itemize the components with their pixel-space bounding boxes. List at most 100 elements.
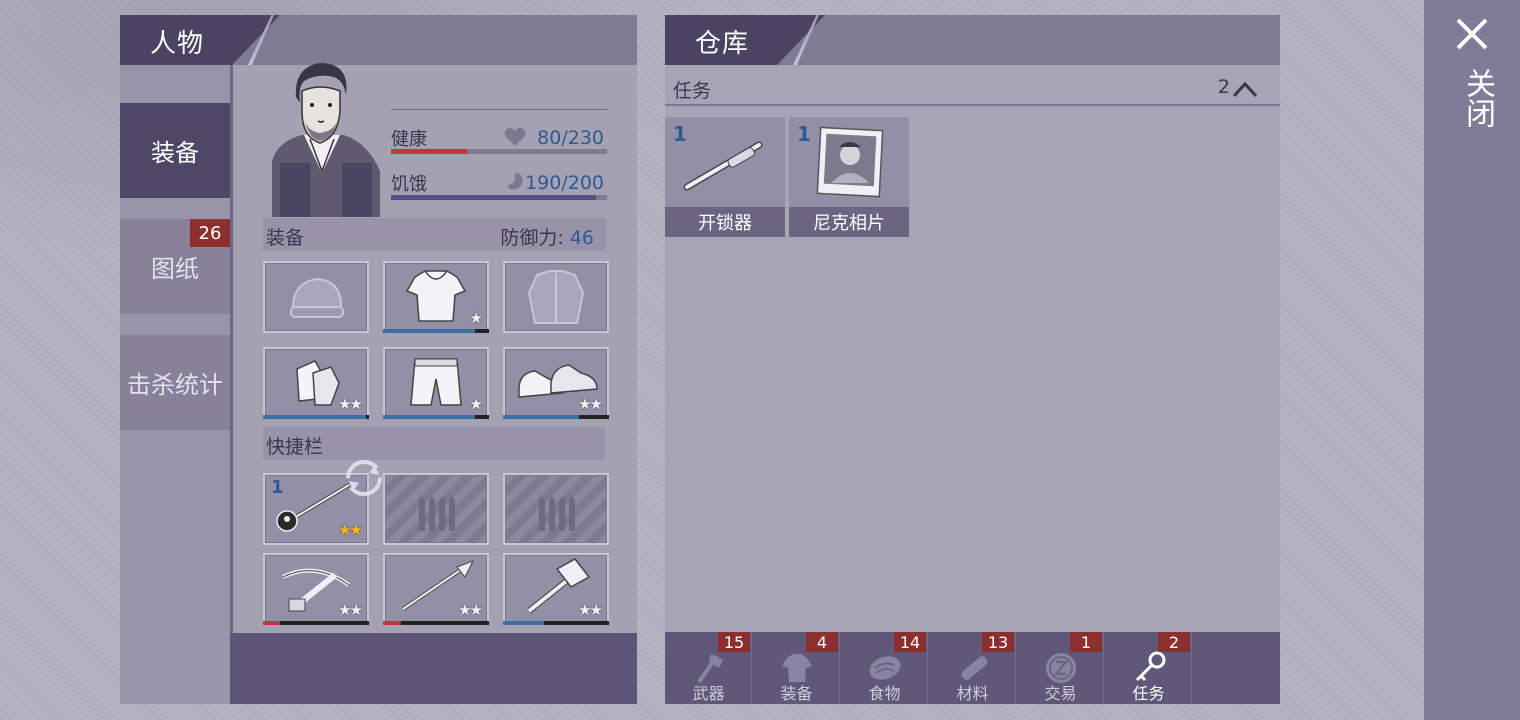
tab-label: 交易 bbox=[1044, 684, 1077, 703]
durability-fill bbox=[503, 621, 545, 625]
rarity-stars: ★★ bbox=[338, 395, 363, 413]
equip-slot-body[interactable]: ★ bbox=[383, 261, 489, 333]
rarity-stars: ★ bbox=[469, 395, 484, 413]
equip-slot-outerwear[interactable] bbox=[503, 261, 609, 333]
character-side-tabs: 装备 图纸 26 击杀统计 bbox=[120, 65, 230, 704]
category-label: 任务 bbox=[673, 80, 712, 102]
hotbar-slot-6[interactable]: ★★ bbox=[503, 553, 609, 625]
warehouse-panel-header: 仓库 bbox=[665, 15, 1280, 65]
tab-count-badge: 14 bbox=[894, 632, 926, 652]
equip-slot-head[interactable] bbox=[263, 261, 369, 333]
tab-count-badge: 1 bbox=[1070, 632, 1102, 652]
defense-label: 防御力: bbox=[500, 227, 564, 249]
tab-label: 食物 bbox=[868, 684, 901, 703]
durability-fill bbox=[503, 415, 580, 419]
chevron-up-icon[interactable] bbox=[1232, 80, 1258, 98]
hotbar-section-label: 快捷栏 bbox=[266, 436, 324, 458]
side-tab-label: 装备 bbox=[151, 139, 199, 167]
character-panel-title: 人物 bbox=[150, 29, 205, 59]
equipment-section-header: 装备 防御力: 46 bbox=[263, 218, 606, 251]
hotbar-slot-4[interactable]: ★★ bbox=[263, 553, 369, 625]
item-quantity: 1 bbox=[673, 122, 687, 146]
tab-label: 武器 bbox=[692, 684, 725, 703]
durability-bar bbox=[263, 415, 369, 419]
health-value: 80/230 bbox=[537, 127, 604, 149]
side-tab-label: 击杀统计 bbox=[127, 371, 223, 399]
hotbar-slot-1[interactable]: 1 ★★ bbox=[263, 460, 382, 545]
hotbar-slot-2[interactable] bbox=[383, 473, 489, 545]
side-tab-label: 图纸 bbox=[151, 255, 199, 283]
character-panel-footer bbox=[230, 633, 637, 704]
durability-bar bbox=[383, 621, 489, 625]
durability-fill bbox=[263, 415, 366, 419]
tab-label: 材料 bbox=[956, 684, 989, 703]
durability-bar bbox=[503, 415, 609, 419]
hunger-bar-fill bbox=[391, 195, 597, 200]
ammo-placeholder-icon bbox=[419, 497, 455, 531]
durability-bar bbox=[383, 329, 489, 333]
equip-slot-legs[interactable]: ★ bbox=[383, 347, 489, 419]
item-name: 尼克相片 bbox=[789, 207, 909, 237]
equip-slot-hands[interactable]: ★★ bbox=[263, 347, 369, 419]
tab-trade[interactable]: 1 交易 bbox=[1017, 632, 1104, 704]
close-icon[interactable] bbox=[1454, 16, 1490, 52]
defense-value: 46 bbox=[569, 227, 594, 249]
rarity-stars: ★★ bbox=[578, 395, 603, 413]
durability-fill bbox=[383, 415, 476, 419]
health-label: 健康 bbox=[391, 129, 427, 150]
warehouse-item-lockpick[interactable]: 1 开锁器 bbox=[665, 117, 785, 237]
item-quantity: 1 bbox=[797, 122, 811, 146]
defense-stat: 防御力: 46 bbox=[500, 223, 594, 250]
stomach-icon bbox=[508, 173, 523, 190]
rarity-stars: ★★ bbox=[458, 601, 483, 619]
stats-divider bbox=[391, 109, 607, 110]
category-header-quests[interactable]: 任务 2 bbox=[665, 70, 1280, 106]
category-count: 2 bbox=[1217, 76, 1230, 98]
heart-icon bbox=[504, 127, 526, 146]
beanie-hat-icon bbox=[290, 277, 344, 318]
character-panel: 人物 装备 图纸 26 击杀统计 健康 80/230 饥饿 190/200 装备… bbox=[120, 15, 637, 704]
swap-icon[interactable] bbox=[345, 459, 383, 497]
tab-equipment[interactable]: 4 装备 bbox=[753, 632, 840, 704]
jacket-icon bbox=[527, 270, 585, 324]
equipment-section-label: 装备 bbox=[266, 227, 305, 249]
warehouse-item-nick-photo[interactable]: 1 尼克相片 bbox=[789, 117, 909, 237]
hunger-value: 190/200 bbox=[525, 172, 604, 194]
warehouse-panel-title: 仓库 bbox=[695, 29, 750, 59]
durability-bar bbox=[263, 621, 369, 625]
rarity-stars: ★★ bbox=[338, 601, 363, 619]
rarity-stars: ★★ bbox=[338, 521, 363, 539]
close-label[interactable]: 关闭 bbox=[1454, 68, 1495, 128]
rarity-stars: ★★ bbox=[578, 601, 603, 619]
tab-count-badge: 13 bbox=[982, 632, 1014, 652]
item-quantity: 1 bbox=[271, 477, 284, 498]
durability-bar bbox=[383, 415, 489, 419]
durability-fill bbox=[383, 329, 476, 333]
hotbar-section-header: 快捷栏 bbox=[263, 427, 605, 460]
blueprints-count-badge: 26 bbox=[190, 219, 230, 247]
tab-weapons[interactable]: 15 武器 bbox=[665, 632, 752, 704]
tab-count-badge: 15 bbox=[718, 632, 750, 652]
side-tab-kill-stats[interactable]: 击杀统计 bbox=[120, 335, 230, 430]
hotbar-slot-5[interactable]: ★★ bbox=[383, 553, 489, 625]
side-tab-blueprints[interactable]: 图纸 26 bbox=[120, 219, 230, 314]
item-name: 开锁器 bbox=[665, 207, 785, 237]
character-equipment-area: 健康 80/230 饥饿 190/200 装备 防御力: 46 ★ ★★ ★ ★… bbox=[230, 63, 637, 633]
tab-label: 任务 bbox=[1132, 684, 1165, 703]
tab-count-badge: 4 bbox=[806, 632, 838, 652]
hunger-label: 饥饿 bbox=[391, 174, 427, 195]
equip-slot-feet[interactable]: ★★ bbox=[503, 347, 609, 419]
tab-materials[interactable]: 13 材料 bbox=[929, 632, 1016, 704]
tab-quests[interactable]: 2 任务 bbox=[1105, 632, 1192, 704]
tab-food[interactable]: 14 食物 bbox=[841, 632, 928, 704]
tab-label: 装备 bbox=[780, 684, 813, 703]
ammo-placeholder-icon bbox=[539, 497, 575, 531]
durability-fill bbox=[383, 621, 402, 625]
hotbar-slot-3[interactable] bbox=[503, 473, 609, 545]
close-sidebar[interactable]: 关闭 bbox=[1424, 0, 1520, 720]
rarity-stars: ★ bbox=[469, 309, 484, 327]
warehouse-panel: 仓库 任务 2 1 开锁器 1 尼克相片 15 武器 4 装备 14 食物 13… bbox=[665, 15, 1280, 704]
warehouse-category-tabs: 15 武器 4 装备 14 食物 13 材料 1 交易 2 任务 bbox=[665, 632, 1280, 704]
side-tab-equipment[interactable]: 装备 bbox=[120, 103, 230, 198]
hunger-bar bbox=[391, 195, 607, 200]
